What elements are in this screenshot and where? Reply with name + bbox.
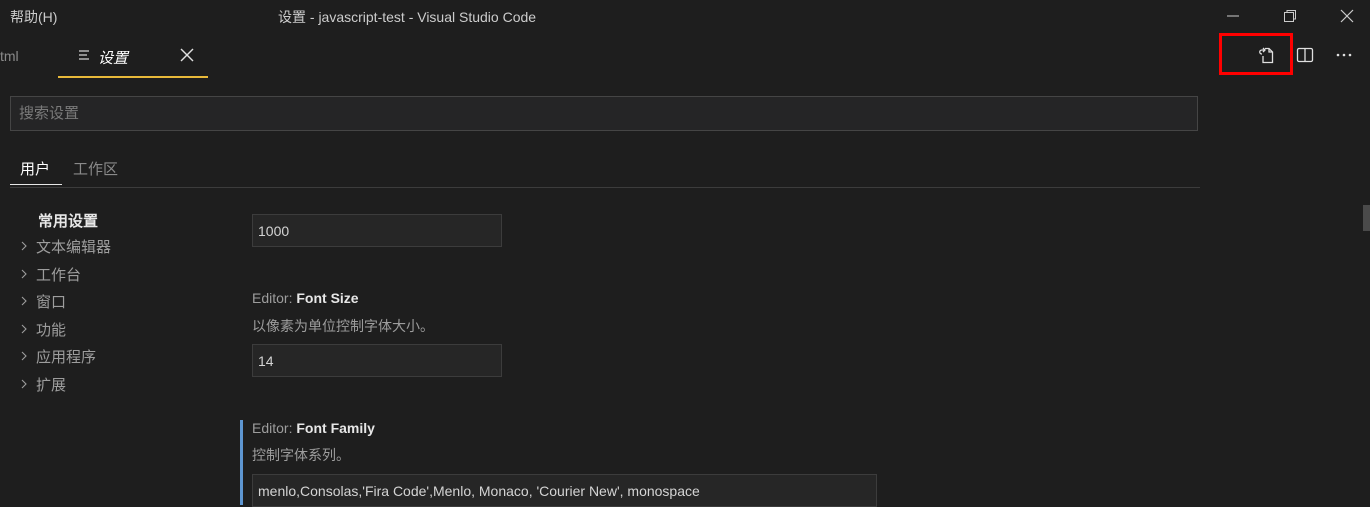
scope-tabs: 用户 工作区 — [10, 150, 1200, 188]
vertical-scrollbar[interactable] — [1363, 205, 1370, 231]
tab-previous[interactable]: tml — [0, 48, 19, 64]
toc-item-label: 工作台 — [36, 266, 82, 284]
toc-item-label: 扩展 — [36, 376, 67, 394]
title-bar: 帮助(H) 设置 - javascript-test - Visual Stud… — [0, 0, 1370, 32]
toc-item-label: 功能 — [36, 321, 67, 339]
settings-search-box[interactable] — [10, 96, 1198, 131]
more-actions-button[interactable] — [1329, 40, 1359, 70]
toc-item[interactable]: 文本编辑器 — [18, 235, 111, 257]
setting-font-size-description: 以像素为单位控制字体大小。 — [252, 318, 434, 334]
toc-item[interactable]: 功能 — [18, 318, 66, 340]
annotation-highlight-box — [1219, 33, 1293, 75]
setting-name: Font Family — [296, 420, 375, 436]
chevron-right-icon — [21, 296, 27, 306]
font-family-input[interactable] — [253, 475, 876, 506]
restore-icon — [1284, 10, 1296, 22]
tab-user[interactable]: 用户 — [20, 158, 50, 179]
minimize-icon — [1227, 15, 1239, 17]
restore-button[interactable] — [1267, 0, 1313, 32]
split-editor-icon — [1296, 47, 1314, 63]
tab-close-icon[interactable] — [178, 46, 196, 64]
setting-font-size-title: Editor: Font Size — [252, 290, 359, 306]
font-size-box[interactable] — [252, 344, 502, 377]
search-input[interactable] — [11, 97, 1197, 130]
toc-item[interactable]: 应用程序 — [18, 345, 96, 367]
tab-settings-label: 设置 — [98, 50, 129, 67]
modified-indicator — [240, 420, 243, 505]
tab-workspace[interactable]: 工作区 — [73, 158, 118, 179]
split-editor-button[interactable] — [1290, 40, 1320, 70]
tab-settings[interactable]: 设置 — [58, 32, 208, 78]
minimize-button[interactable] — [1210, 0, 1256, 32]
close-window-button[interactable] — [1324, 0, 1370, 32]
close-icon — [1340, 9, 1354, 23]
setting-value-input[interactable] — [253, 215, 501, 246]
toc-item[interactable]: 窗口 — [18, 290, 66, 312]
setting-name: Font Size — [296, 290, 359, 306]
toc-commonly-used[interactable]: 常用设置 — [38, 210, 98, 231]
active-scope-underline — [10, 184, 62, 185]
ellipsis-icon — [1336, 53, 1352, 57]
settings-list-icon — [79, 50, 89, 60]
chevron-right-icon — [21, 241, 27, 251]
chevron-right-icon — [21, 269, 27, 279]
toc-item[interactable]: 工作台 — [18, 263, 81, 285]
window-title: 设置 - javascript-test - Visual Studio Cod… — [278, 9, 537, 25]
chevron-right-icon — [21, 324, 27, 334]
font-family-box[interactable] — [252, 474, 877, 507]
setting-font-family-title: Editor: Font Family — [252, 420, 375, 436]
toc-item-label: 文本编辑器 — [36, 238, 112, 256]
toc-item[interactable]: 扩展 — [18, 373, 66, 395]
editor-tab-bar: tml 设置 — [0, 32, 1370, 78]
setting-font-family-description: 控制字体系列。 — [252, 447, 350, 463]
chevron-right-icon — [21, 379, 27, 389]
toc-item-label: 窗口 — [36, 293, 67, 311]
font-size-input[interactable] — [253, 345, 501, 376]
toc-item-label: 应用程序 — [36, 348, 97, 366]
menu-help[interactable]: 帮助(H) — [10, 7, 57, 27]
chevron-right-icon — [21, 351, 27, 361]
setting-category: Editor: — [252, 420, 297, 436]
setting-category: Editor: — [252, 290, 297, 306]
setting-value-box[interactable] — [252, 214, 502, 247]
